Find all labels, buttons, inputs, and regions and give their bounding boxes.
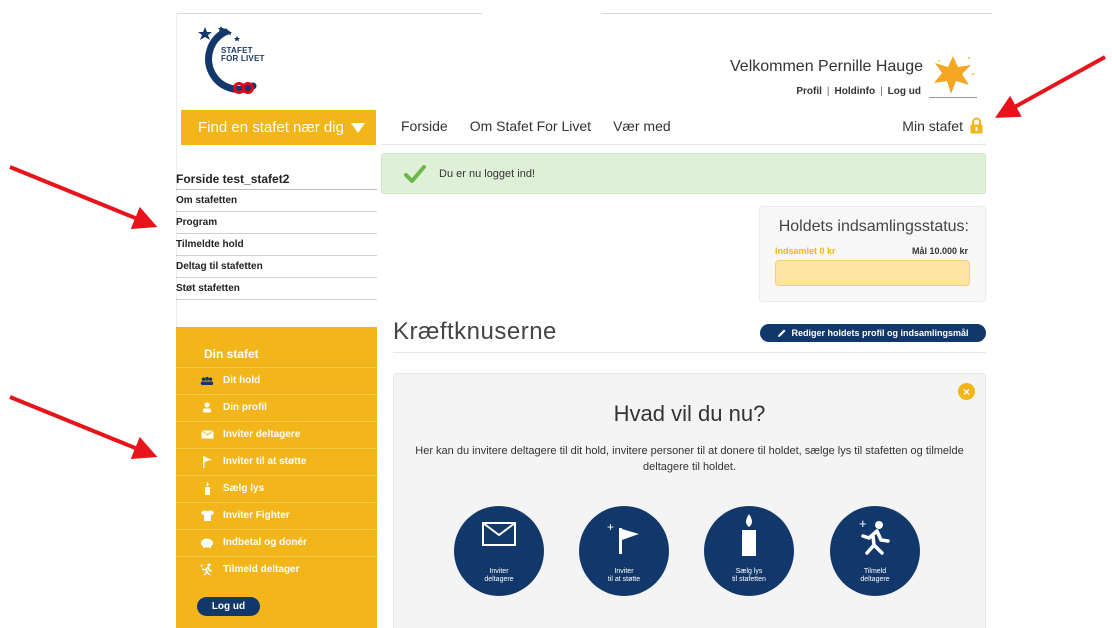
piggy-bank-icon [200, 537, 214, 549]
collected-amount: Indsamlet 0 kr [775, 246, 836, 256]
flag-icon [200, 455, 214, 468]
edit-team-label: Rediger holdets profil og indsamlingsmål [791, 328, 969, 338]
menu-item-label: Inviter Fighter [223, 510, 290, 521]
menu-item-din-profil[interactable]: Din profil [176, 394, 377, 420]
sidebar-item-om-stafetten[interactable]: Om stafetten [176, 190, 377, 212]
logo-text: STAFET FOR LIVET [221, 46, 265, 63]
my-relay-title: Din stafet [204, 347, 259, 361]
link-separator: | [880, 86, 883, 97]
arrow-to-sidebar-menu [9, 165, 158, 230]
profile-link[interactable]: Profil [796, 86, 822, 97]
my-relay-label: Min stafet [902, 117, 963, 134]
sidebar-item-stoet[interactable]: Støt stafetten [176, 278, 377, 300]
action-label: Tilmeld deltagere [860, 568, 890, 583]
sidebar-item-tilmeldte-hold[interactable]: Tilmeldte hold [176, 234, 377, 256]
nav-item-forside[interactable]: Forside [401, 118, 448, 134]
close-icon[interactable]: × [958, 383, 975, 400]
team-icon [200, 375, 214, 387]
find-relay-label: Find en stafet nær dig [198, 119, 344, 136]
menu-item-label: Sælg lys [223, 483, 265, 494]
logout-button[interactable]: Log ud [197, 597, 260, 616]
lock-icon [970, 117, 983, 134]
menu-item-dit-hold[interactable]: Dit hold [176, 367, 377, 393]
what-now-panel: × Hvad vil du nu? Her kan du invitere de… [393, 373, 986, 628]
menu-item-label: Inviter deltagere [223, 429, 301, 440]
fundraising-title: Holdets indsamlingsstatus: [778, 218, 969, 235]
invite-supporters-button[interactable]: + Inviter til at støtte [579, 506, 669, 596]
action-label: Sælg lys til stafetten [732, 568, 766, 583]
team-info-link[interactable]: Holdinfo [835, 86, 876, 97]
link-separator: | [826, 86, 830, 97]
main-nav: Forside Om Stafet For Livet Vær med [401, 118, 693, 134]
sidebar-heading[interactable]: Forside test_stafet2 [176, 172, 377, 190]
envelope-icon [482, 522, 516, 546]
user-links: Profil | Holdinfo | Log ud [796, 86, 921, 97]
arrow-to-my-relay-link [995, 55, 1106, 118]
menu-item-label: Inviter til at støtte [223, 456, 307, 467]
edit-team-profile-button[interactable]: Rediger holdets profil og indsamlingsmål [760, 324, 986, 342]
top-divider-left [176, 13, 482, 14]
find-relay-dropdown[interactable]: Find en stafet nær dig [181, 110, 376, 145]
menu-item-inviter-fighter[interactable]: Inviter Fighter [176, 502, 377, 528]
nav-item-om-stafet[interactable]: Om Stafet For Livet [470, 118, 591, 134]
my-relay-link[interactable]: Min stafet [902, 117, 984, 134]
svg-text:+: + [607, 522, 614, 534]
envelope-icon [200, 429, 214, 441]
menu-item-inviter-deltagere[interactable]: Inviter deltagere [176, 421, 377, 447]
sidebar-item-program[interactable]: Program [176, 212, 377, 234]
runner-icon: + [200, 563, 214, 576]
candle-icon [200, 482, 214, 495]
register-participants-button[interactable]: + Tilmeld deltagere [830, 506, 920, 596]
runner-icon: + [859, 516, 890, 555]
nav-item-vaer-med[interactable]: Vær med [613, 118, 671, 134]
menu-item-label: Dit hold [223, 375, 261, 386]
svg-text:+: + [859, 516, 867, 531]
action-label: Inviter til at støtte [607, 568, 641, 583]
logout-link[interactable]: Log ud [888, 86, 921, 97]
avatar[interactable] [929, 52, 977, 98]
goal-amount: Mål 10.000 kr [911, 246, 968, 256]
pencil-icon [778, 329, 786, 337]
sell-candles-button[interactable]: Sælg lys til stafetten [704, 506, 794, 596]
arrow-to-my-relay-panel [9, 395, 158, 460]
chevron-down-icon [351, 123, 365, 133]
panel-heading: Hvad vil du nu? [613, 401, 766, 426]
svg-text:+: + [200, 564, 204, 570]
user-icon [200, 402, 214, 414]
menu-item-label: Tilmeld deltager [223, 564, 300, 575]
top-divider-right [601, 13, 992, 14]
menu-item-label: Din profil [223, 402, 267, 413]
login-success-alert: Du er nu logget ind! [381, 153, 986, 194]
team-name: Kræftknuserne [393, 318, 557, 345]
tshirt-icon [200, 510, 214, 522]
alert-message: Du er nu logget ind! [439, 167, 536, 180]
relay-sidebar-menu: Forside test_stafet2 Om stafetten Progra… [176, 172, 377, 300]
menu-item-saelg-lys[interactable]: Sælg lys [176, 475, 377, 501]
candle-icon [742, 514, 756, 556]
logo[interactable]: STAFET FOR LIVET [195, 24, 275, 100]
welcome-text: Velkommen Pernille Hauge [730, 58, 923, 75]
action-label: Inviter deltagere [484, 568, 514, 583]
menu-item-inviter-stoette[interactable]: Inviter til at støtte [176, 448, 377, 474]
menu-item-label: Indbetal og donér [223, 537, 307, 548]
panel-description: Her kan du invitere deltagere til dit ho… [415, 445, 964, 473]
invite-participants-button[interactable]: Inviter deltagere [454, 506, 544, 596]
fundraising-progress-bar [775, 260, 970, 286]
nav-divider [381, 144, 986, 145]
menu-item-tilmeld-deltager[interactable]: + Tilmeld deltager [176, 556, 377, 582]
my-relay-panel: Din stafet Dit hold Din profil Inviter d… [176, 327, 377, 628]
sidebar-item-deltag[interactable]: Deltag til stafetten [176, 256, 377, 278]
team-divider [393, 352, 986, 353]
fundraising-status: Holdets indsamlingsstatus: Indsamlet 0 k… [759, 206, 986, 302]
star-avatar-icon [934, 56, 974, 94]
menu-item-indbetal[interactable]: Indbetal og donér [176, 529, 377, 555]
flag-icon: + [607, 522, 639, 554]
checkmark-icon [404, 164, 426, 183]
